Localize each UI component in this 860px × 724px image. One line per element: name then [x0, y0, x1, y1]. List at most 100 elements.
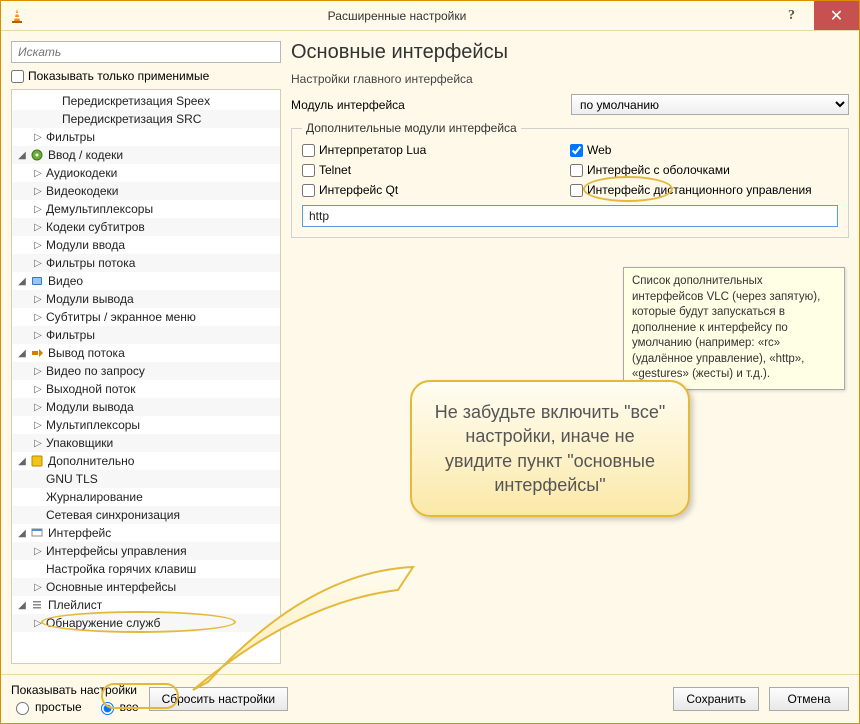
tree-item-label: Интерфейсы управления: [46, 544, 187, 558]
tree-expand-icon[interactable]: ◢: [16, 276, 28, 287]
tree-item[interactable]: Журналирование: [12, 488, 280, 506]
app-icon: [9, 8, 25, 24]
extra-interfaces-input[interactable]: [302, 205, 838, 227]
tree-item[interactable]: ▷Фильтры: [12, 326, 280, 344]
tree-expand-icon[interactable]: ▷: [32, 330, 44, 341]
tree-item-label: Мультиплексоры: [46, 418, 140, 432]
section-heading: Основные интерфейсы: [291, 41, 849, 64]
left-pane: Показывать только применимые Передискрет…: [11, 41, 281, 664]
tree-item[interactable]: GNU TLS: [12, 470, 280, 488]
tree-item-label: Ввод / кодеки: [48, 148, 123, 162]
help-button[interactable]: ?: [769, 1, 814, 30]
tree-expand-icon[interactable]: ▷: [32, 258, 44, 269]
radio-all[interactable]: все: [96, 699, 139, 715]
tree-item-label: Аудиокодеки: [46, 166, 117, 180]
tree-item[interactable]: ▷Обнаружение служб: [12, 614, 280, 632]
tree-item-label: Модули ввода: [46, 238, 125, 252]
tree-item-label: Упаковщики: [46, 436, 113, 450]
tree-item[interactable]: ▷Субтитры / экранное меню: [12, 308, 280, 326]
tree-item[interactable]: ▷Видеокодеки: [12, 182, 280, 200]
footer: Показывать настройки простые все Сбросит…: [1, 674, 859, 723]
tree-item[interactable]: ▷Основные интерфейсы: [12, 578, 280, 596]
telnet-checkbox[interactable]: Telnet: [302, 163, 570, 177]
tree-item[interactable]: ▷Модули вывода: [12, 290, 280, 308]
tree-expand-icon[interactable]: ▷: [32, 222, 44, 233]
tree-item-label: GNU TLS: [46, 472, 98, 486]
tree-expand-icon[interactable]: ▷: [32, 312, 44, 323]
tree-expand-icon[interactable]: ▷: [32, 132, 44, 143]
tree-expand-icon[interactable]: ▷: [32, 204, 44, 215]
remote-checkbox[interactable]: Интерфейс дистанционного управления: [570, 183, 838, 197]
tree-item[interactable]: ▷Модули вывода: [12, 398, 280, 416]
tree-expand-icon[interactable]: ▷: [32, 582, 44, 593]
cancel-button[interactable]: Отмена: [769, 687, 849, 711]
tree-expand-icon[interactable]: ▷: [32, 402, 44, 413]
tree-item[interactable]: ▷Фильтры потока: [12, 254, 280, 272]
show-only-applicable-label: Показывать только применимые: [28, 69, 209, 83]
web-checkbox[interactable]: Web: [570, 143, 838, 157]
tree-expand-icon[interactable]: ▷: [32, 384, 44, 395]
tree-item[interactable]: Настройка горячих клавиш: [12, 560, 280, 578]
tree-item[interactable]: ▷Видео по запросу: [12, 362, 280, 380]
titlebar: Расширенные настройки ? ✕: [1, 1, 859, 31]
tree-item-label: Фильтры потока: [46, 256, 135, 270]
tree-expand-icon[interactable]: ▷: [32, 438, 44, 449]
tree-item[interactable]: Передискретизация SRC: [12, 110, 280, 128]
tree-item[interactable]: ▷Модули ввода: [12, 236, 280, 254]
skins-checkbox[interactable]: Интерфейс с оболочками: [570, 163, 838, 177]
tree-item[interactable]: ▷Упаковщики: [12, 434, 280, 452]
tree-item[interactable]: ▷Кодеки субтитров: [12, 218, 280, 236]
close-button[interactable]: ✕: [814, 1, 859, 30]
tree-expand-icon[interactable]: ▷: [32, 168, 44, 179]
tree-expand-icon[interactable]: ▷: [32, 186, 44, 197]
tree-expand-icon[interactable]: ▷: [32, 420, 44, 431]
tree-expand-icon[interactable]: ◢: [16, 456, 28, 467]
tree-item-label: Сетевая синхронизация: [46, 508, 180, 522]
tree-item-label: Вывод потока: [48, 346, 125, 360]
tree-item[interactable]: Передискретизация Speex: [12, 92, 280, 110]
tree-item-label: Фильтры: [46, 328, 95, 342]
lua-checkbox[interactable]: Интерпретатор Lua: [302, 143, 570, 157]
tree-expand-icon[interactable]: ▷: [32, 240, 44, 251]
extra-modules-legend: Дополнительные модули интерфейса: [302, 121, 521, 135]
tree-expand-icon[interactable]: ◢: [16, 600, 28, 611]
show-only-applicable-checkbox[interactable]: Показывать только применимые: [11, 67, 281, 85]
tree-expand-icon[interactable]: ◢: [16, 528, 28, 539]
tree-item[interactable]: ◢Интерфейс: [12, 524, 280, 542]
annotation-callout: Не забудьте включить "все" настройки, ин…: [410, 380, 690, 517]
tree-item-label: Выходной поток: [46, 382, 135, 396]
search-input[interactable]: [11, 41, 281, 63]
section-subheading: Настройки главного интерфейса: [291, 72, 849, 86]
tree-item-label: Настройка горячих клавиш: [46, 562, 196, 576]
tree-expand-icon[interactable]: ▷: [32, 294, 44, 305]
radio-simple[interactable]: простые: [11, 699, 82, 715]
tree-item[interactable]: Сетевая синхронизация: [12, 506, 280, 524]
tree-item[interactable]: ◢ Вывод потока: [12, 344, 280, 362]
tree-expand-icon[interactable]: ▷: [32, 366, 44, 377]
settings-tree[interactable]: Передискретизация SpeexПередискретизация…: [11, 89, 281, 664]
tree-item[interactable]: ◢Плейлист: [12, 596, 280, 614]
tooltip: Список дополнительных интерфейсов VLC (ч…: [623, 267, 845, 390]
tree-item[interactable]: ▷Интерфейсы управления: [12, 542, 280, 560]
tree-item[interactable]: ▷Демультиплексоры: [12, 200, 280, 218]
tree-expand-icon[interactable]: ◢: [16, 348, 28, 359]
tree-item[interactable]: ▷Фильтры: [12, 128, 280, 146]
tree-item[interactable]: ◢Видео: [12, 272, 280, 290]
qt-checkbox[interactable]: Интерфейс Qt: [302, 183, 570, 197]
tree-item[interactable]: ▷Мультиплексоры: [12, 416, 280, 434]
show-only-applicable-input[interactable]: [11, 70, 24, 83]
save-button[interactable]: Сохранить: [673, 687, 759, 711]
tree-item[interactable]: ▷Аудиокодеки: [12, 164, 280, 182]
tree-item-label: Кодеки субтитров: [46, 220, 145, 234]
tree-item[interactable]: ◢ Ввод / кодеки: [12, 146, 280, 164]
tree-item-label: Модули вывода: [46, 292, 134, 306]
interface-module-select[interactable]: по умолчанию: [571, 94, 849, 115]
tree-item[interactable]: ◢Дополнительно: [12, 452, 280, 470]
tree-expand-icon[interactable]: ▷: [32, 546, 44, 557]
tree-item[interactable]: ▷Выходной поток: [12, 380, 280, 398]
reset-button[interactable]: Сбросить настройки: [149, 687, 288, 711]
tree-expand-icon[interactable]: ▷: [32, 618, 44, 629]
window-frame: Расширенные настройки ? ✕ Показывать тол…: [0, 0, 860, 724]
disc-icon: [30, 148, 44, 162]
tree-expand-icon[interactable]: ◢: [16, 150, 28, 161]
